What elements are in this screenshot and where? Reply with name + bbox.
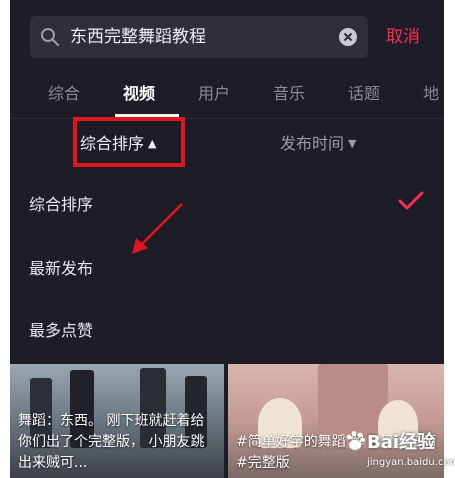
tab-music[interactable]: 音乐 [273, 78, 305, 110]
search-input[interactable]: 东西完整舞蹈教程 [70, 16, 206, 58]
video-caption: 舞蹈：东西。 刚下班就赶着给你们出了个完整版， 小朋友跳出来贼可... [18, 413, 205, 471]
tab-bar: 综合 视频 用户 音乐 话题 地 [10, 78, 444, 114]
app-screen: 东西完整舞蹈教程 取消 综合 视频 用户 音乐 话题 地 综合排序 ▲ 发布时间 ▼… [10, 0, 444, 478]
search-icon [41, 28, 59, 46]
watermark-url: jingyan.baidu.com [367, 457, 455, 468]
annotation-arrow-icon [132, 203, 183, 254]
clear-icon[interactable] [338, 27, 358, 47]
option-most-liked[interactable]: 最多点赞 [29, 317, 93, 341]
checkmark-icon [398, 191, 424, 210]
baidu-watermark: Bai经验 jingyan.baidu.com [345, 428, 455, 474]
triangle-down-icon: ▼ [348, 137, 357, 150]
tab-comprehensive[interactable]: 综合 [48, 78, 80, 110]
tab-video[interactable]: 视频 [123, 78, 155, 110]
tab-users[interactable]: 用户 [198, 78, 230, 110]
paw-icon [346, 431, 365, 450]
option-comprehensive-sort[interactable]: 综合排序 [29, 191, 93, 215]
search-bar[interactable]: 东西完整舞蹈教程 [30, 16, 368, 58]
cancel-button[interactable]: 取消 [386, 16, 420, 58]
watermark-title: Bai经验 [367, 432, 436, 453]
publish-time-label: 发布时间 [280, 134, 345, 153]
highlight-box [73, 117, 185, 167]
video-thumbnail[interactable]: 舞蹈：东西。 刚下班就赶着给你们出了个完整版， 小朋友跳出来贼可... [10, 364, 224, 478]
option-latest[interactable]: 最新发布 [29, 255, 93, 279]
tab-location[interactable]: 地 [423, 78, 439, 110]
tab-topics[interactable]: 话题 [348, 78, 380, 110]
publish-time-filter[interactable]: 发布时间 ▼ [280, 122, 356, 166]
